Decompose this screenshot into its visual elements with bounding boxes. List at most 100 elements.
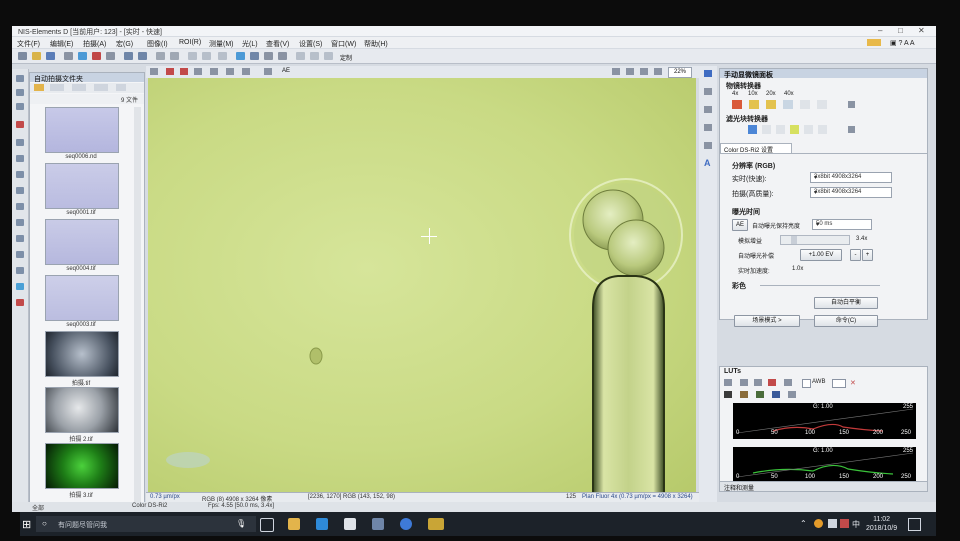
ev-decrease-button[interactable]: -: [850, 249, 861, 261]
microphone-icon[interactable]: 🎙: [236, 519, 246, 528]
curve-icon[interactable]: [740, 379, 748, 386]
menu-window[interactable]: 窗口(W): [331, 39, 356, 49]
window-tools-icon[interactable]: ▣ ? A A: [890, 39, 915, 47]
tray-status-icon[interactable]: [840, 519, 849, 528]
view-icon[interactable]: [50, 84, 64, 91]
panel-icon[interactable]: [264, 52, 273, 60]
settings-icon[interactable]: [848, 101, 855, 108]
file-explorer-icon[interactable]: [288, 518, 300, 530]
search-box[interactable]: ○ 有问题尽管问我 🎙: [36, 516, 256, 532]
record-icon[interactable]: [92, 52, 101, 60]
exposure-time-select[interactable]: 50 ms ▾: [812, 219, 872, 230]
menu-view[interactable]: 查看(V): [266, 39, 289, 49]
command-button[interactable]: 命令(C): [814, 315, 878, 327]
fast-resolution-select[interactable]: 3x8bit 4908x3264 ▾: [810, 172, 892, 183]
menu-help[interactable]: 帮助(H): [364, 39, 388, 49]
tray-app-icon[interactable]: [814, 519, 823, 528]
objective-slot-button[interactable]: [817, 100, 827, 109]
channel-icon[interactable]: [756, 391, 764, 398]
camera-settings-tab[interactable]: Color DS-Ri2 设置: [720, 143, 792, 154]
filter-3-button[interactable]: [776, 125, 785, 134]
auto-white-balance-button[interactable]: 自动白平衡: [814, 297, 878, 309]
grid-icon[interactable]: [250, 52, 259, 60]
notification-icon[interactable]: [908, 518, 921, 531]
marker-icon[interactable]: [16, 121, 24, 128]
objective-10x-button[interactable]: [749, 100, 759, 109]
scene-mode-button[interactable]: 场景模式 >: [734, 315, 800, 327]
histogram-icon[interactable]: [704, 106, 712, 113]
stop-live-icon[interactable]: [166, 68, 174, 75]
annotation-icon[interactable]: [226, 68, 234, 75]
slider-handle[interactable]: [791, 236, 797, 244]
save-icon[interactable]: [46, 52, 55, 60]
refresh-icon[interactable]: [116, 84, 126, 91]
nis-elements-icon[interactable]: [428, 518, 444, 530]
menu-measure[interactable]: 测量(M): [209, 39, 234, 49]
pan-icon[interactable]: [16, 103, 24, 110]
layout-icon[interactable]: [236, 52, 245, 60]
system-clock[interactable]: 11:02 2018/10/9: [866, 515, 897, 533]
thumbnail-item[interactable]: seq0001.tif: [45, 163, 119, 216]
close-icon[interactable]: ✕: [918, 26, 925, 35]
capture-icon[interactable]: [78, 52, 87, 60]
filter-6-button[interactable]: [818, 125, 827, 134]
quality-resolution-select[interactable]: 3x8bit 4908x3264 ▾: [810, 187, 892, 198]
objective-40x-button[interactable]: [783, 100, 793, 109]
awb-checkbox[interactable]: [802, 379, 811, 388]
browser-icon[interactable]: [400, 518, 412, 530]
thumbnail-item[interactable]: 拍摄 3.tif: [45, 443, 119, 499]
all-label[interactable]: 全部: [32, 503, 44, 512]
pointer-icon[interactable]: [16, 75, 24, 82]
maximize-icon[interactable]: □: [898, 26, 903, 35]
thumbnail-item[interactable]: seq0006.nd: [45, 107, 119, 160]
histogram-green[interactable]: G: 1.00 255 0 50 100 150 200 250: [733, 447, 916, 483]
menu-acquire[interactable]: 拍摄(A): [83, 39, 106, 49]
settings-icon[interactable]: [848, 126, 855, 133]
filter-5-button[interactable]: [804, 125, 813, 134]
split-icon[interactable]: [278, 52, 287, 60]
ae-button[interactable]: AE: [732, 219, 748, 231]
save-icon[interactable]: [772, 391, 780, 398]
gamma-icon[interactable]: [754, 379, 762, 386]
color-icon[interactable]: [16, 283, 24, 290]
store-icon[interactable]: [344, 518, 356, 530]
reset-icon[interactable]: [768, 379, 776, 386]
thumbnail-item[interactable]: 拍摄.tif: [45, 331, 119, 387]
fit-icon[interactable]: [612, 68, 620, 75]
ev-increase-button[interactable]: +: [862, 249, 873, 261]
live-icon[interactable]: [64, 52, 73, 60]
roi-icon[interactable]: [188, 52, 197, 60]
angle-icon[interactable]: [16, 235, 24, 242]
polygon-icon[interactable]: [16, 187, 24, 194]
ev-value-field[interactable]: +1.00 EV: [800, 249, 842, 261]
link-icon[interactable]: [784, 379, 792, 386]
report-icon[interactable]: [324, 52, 333, 60]
chart-icon[interactable]: [310, 52, 319, 60]
customize-dropdown[interactable]: 定制: [340, 53, 352, 62]
minimize-icon[interactable]: –: [878, 26, 882, 35]
zoom-level-select[interactable]: 22%: [668, 67, 692, 78]
zoom-out-icon[interactable]: [640, 68, 648, 75]
rotate-icon[interactable]: [194, 68, 202, 75]
filter-icon[interactable]: [704, 142, 712, 149]
thumbnail-item[interactable]: seq0003.tif: [45, 275, 119, 328]
histogram-red[interactable]: G: 1.00 255 0 50 100 150 200 250: [733, 403, 916, 439]
ruler-icon[interactable]: [210, 68, 218, 75]
overlay-icon[interactable]: [242, 68, 250, 75]
menu-image[interactable]: 图像(I): [147, 39, 168, 49]
stop-icon[interactable]: [106, 52, 115, 60]
list-icon[interactable]: [72, 84, 86, 91]
ae-label[interactable]: AE: [282, 68, 290, 74]
edge-icon[interactable]: [316, 518, 328, 530]
menu-icon[interactable]: [788, 391, 796, 398]
menu-roi[interactable]: ROI(R): [179, 39, 201, 46]
measure-icon[interactable]: [202, 52, 211, 60]
annotations-panel-tab[interactable]: 注释和测量: [719, 481, 928, 492]
zoom-icon[interactable]: [16, 89, 24, 96]
curve-icon[interactable]: [704, 124, 712, 131]
gain-slider[interactable]: [780, 235, 850, 245]
panel-toggle-icon[interactable]: [704, 70, 712, 77]
thumbnail-scrollbar[interactable]: [134, 107, 141, 507]
thumbnail-item[interactable]: 拍摄 2.tif: [45, 387, 119, 443]
objective-20x-button[interactable]: [766, 100, 776, 109]
